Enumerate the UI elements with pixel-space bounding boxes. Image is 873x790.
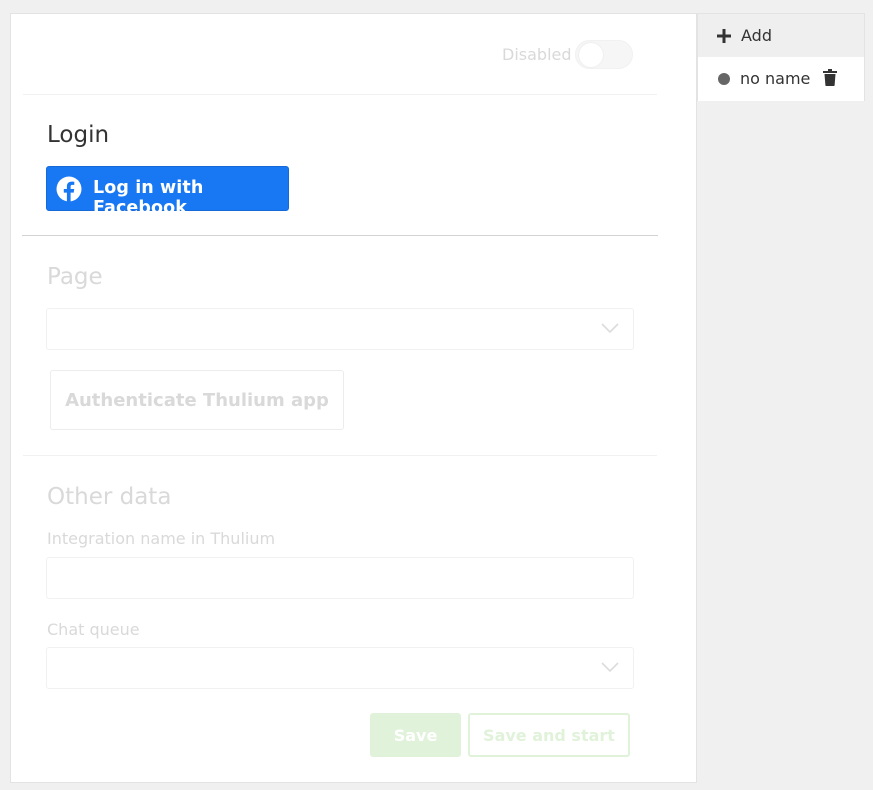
- section-divider: [22, 235, 658, 236]
- integrations-sidebar: Add no name: [697, 13, 865, 101]
- chat-queue-label: Chat queue: [47, 620, 140, 639]
- chat-queue-select[interactable]: [46, 647, 634, 689]
- page-section-title: Page: [47, 264, 103, 290]
- other-data-section-title: Other data: [47, 484, 172, 510]
- toggle-label: Disabled: [502, 45, 572, 64]
- divider: [23, 94, 657, 95]
- trash-icon[interactable]: [823, 69, 837, 86]
- integration-name-label: Integration name in Thulium: [47, 529, 276, 548]
- facebook-login-label: Log in with Facebook: [93, 178, 204, 218]
- facebook-login-button[interactable]: Log in with Facebook: [46, 166, 289, 218]
- enabled-toggle[interactable]: [575, 40, 633, 69]
- facebook-icon: [56, 176, 82, 202]
- divider: [23, 455, 657, 456]
- sidebar-item-label: no name: [740, 69, 811, 88]
- integration-form-panel: Disabled Login Log in with Facebook Page…: [10, 13, 697, 783]
- toggle-knob[interactable]: [579, 43, 603, 67]
- header-row: Disabled: [11, 14, 696, 94]
- authenticate-app-button[interactable]: Authenticate Thulium app: [50, 370, 344, 430]
- add-integration-button[interactable]: Add: [698, 14, 864, 57]
- chevron-down-icon: [601, 323, 619, 334]
- page-select[interactable]: [46, 308, 634, 350]
- chevron-down-icon: [601, 662, 619, 673]
- dot-icon: [718, 73, 730, 85]
- login-section-title: Login: [47, 122, 110, 148]
- plus-icon: [717, 29, 731, 43]
- add-label: Add: [741, 26, 772, 45]
- sidebar-item-no-name[interactable]: no name: [698, 57, 864, 101]
- save-and-start-button[interactable]: Save and start: [468, 713, 630, 757]
- integration-name-input[interactable]: [46, 557, 634, 599]
- save-button[interactable]: Save: [370, 713, 461, 757]
